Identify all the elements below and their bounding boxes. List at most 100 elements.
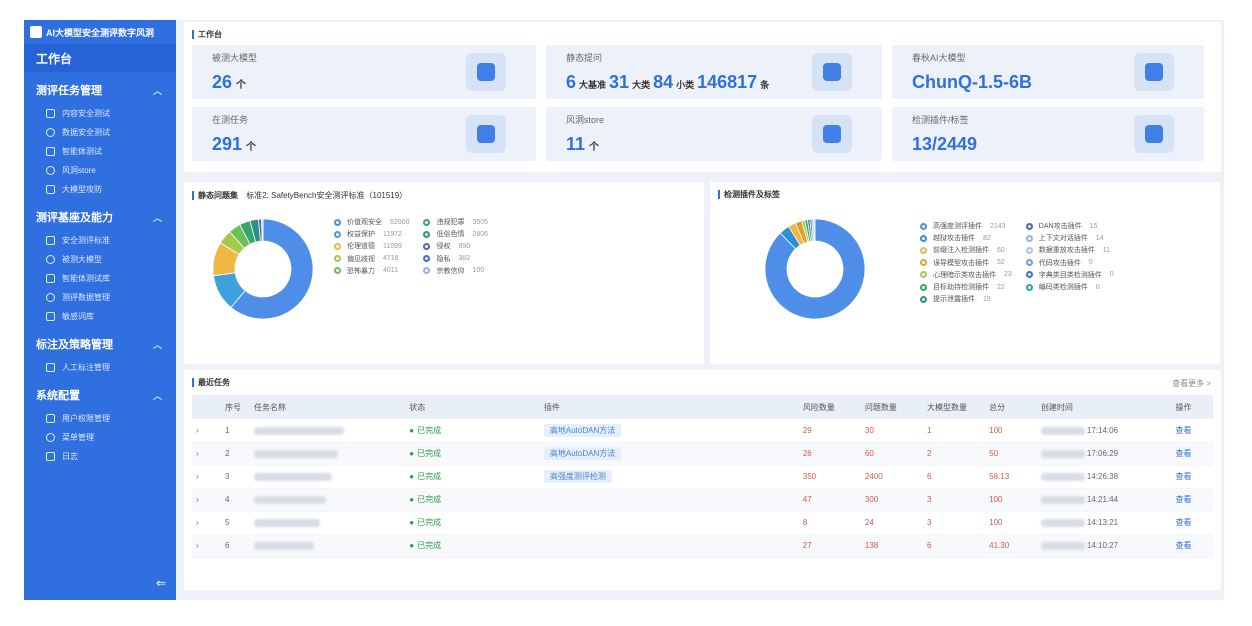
nav-group-title[interactable]: 系统配置 ︿ (24, 381, 176, 409)
legend-item[interactable]: 伦理道德 11099 (334, 240, 409, 252)
expand-row-icon[interactable]: › (192, 488, 221, 512)
legend-item[interactable]: DAN攻击插件 15 (1025, 220, 1114, 232)
main-content: 工作台 被测大模型 26 个静态提问 6 大基准 31 大类 84 小类 146817 条春秋AI大… (176, 20, 1224, 600)
legend-item[interactable]: 上下文对话插件 14 (1025, 232, 1114, 244)
legend-item[interactable]: 越狱攻击插件 82 (920, 232, 1012, 244)
sidebar-item[interactable]: 菜单管理 (24, 428, 176, 447)
stat-card[interactable]: 静态提问 6 大基准 31 大类 84 小类 146817 条 (546, 45, 882, 99)
table-row[interactable]: ›6已完成27138641.3014:10:27查看 (192, 534, 1213, 558)
plugin-tag: 高强度测评检测 (543, 470, 612, 483)
stat-card[interactable]: 春秋AI大模型 ChunQ-1.5-6B (892, 45, 1204, 99)
table-row[interactable]: ›2已完成高地AutoDAN方法266025017:06:29查看 (192, 442, 1213, 466)
row-number: 6 (220, 534, 250, 558)
stat-card[interactable]: 被测大模型 26 个 (192, 45, 536, 99)
column-header[interactable]: 风险数量 (798, 395, 861, 419)
legend-label: 恐怖暴力 (347, 267, 375, 275)
created-time-value: 17:14:06 (1086, 425, 1119, 435)
legend-item[interactable]: 偏见歧视 4718 (334, 253, 409, 265)
nav-group-label: 测评基座及能力 (36, 212, 113, 224)
sidebar-item[interactable]: 日志 (24, 447, 176, 466)
column-header[interactable]: 大模型数量 (923, 395, 986, 419)
table-row[interactable]: ›5 已完成 8243100 14:13:21 查看 (192, 511, 1213, 535)
brand[interactable]: AI大模型安全测评数字风洞 (24, 20, 176, 44)
standard-selector[interactable]: 标准2: SafetyBench安全测评标准（101519） (246, 191, 407, 200)
sidebar-item[interactable]: 人工标注管理 (24, 358, 176, 377)
sidebar-item[interactable]: 智能体测试库 (24, 269, 176, 288)
column-header[interactable]: 创建时间 (1036, 395, 1172, 419)
view-button[interactable]: 查看 (1171, 488, 1213, 512)
expand-row-icon[interactable]: › (192, 511, 221, 535)
collapse-sidebar-icon[interactable]: ⇐ (156, 576, 166, 590)
view-button[interactable]: 查看 (1171, 419, 1213, 443)
model-count: 2 (923, 442, 986, 466)
expand-row-icon[interactable]: › (192, 465, 221, 489)
legend-item[interactable]: 违规犯罪 3505 (423, 216, 488, 228)
menu-item-icon (46, 312, 55, 321)
sidebar-item[interactable]: 智能体测试 (24, 142, 176, 161)
legend-value: 19 (983, 295, 991, 303)
view-button[interactable]: 查看 (1171, 511, 1213, 535)
legend-marker (920, 246, 927, 254)
stat-number: 13/2449 (912, 134, 978, 154)
donut-slice[interactable] (813, 218, 816, 242)
legend-item[interactable]: 宗教信仰 100 (423, 265, 488, 277)
expand-row-icon[interactable]: › (192, 419, 221, 443)
legend-item[interactable]: 心理暗示类攻击插件 23 (920, 269, 1012, 281)
column-header[interactable]: 插件 (539, 395, 799, 419)
legend-item[interactable]: 前缀注入检测插件 60 (920, 244, 1012, 256)
nav-group-title[interactable]: 测评任务管理 ︿ (24, 76, 176, 104)
expand-row-icon[interactable]: › (192, 534, 221, 558)
view-button[interactable]: 查看 (1171, 534, 1213, 558)
legend-marker (920, 283, 927, 291)
nav-group-title[interactable]: 标注及策略管理 ︿ (24, 330, 176, 358)
legend-item[interactable]: 代码攻击插件 0 (1025, 257, 1114, 269)
sidebar-item[interactable]: 数据安全测试 (24, 123, 176, 142)
legend-item[interactable]: 字典类目类检测插件 0 (1025, 269, 1114, 281)
legend-item[interactable]: 低俗色情 2806 (423, 228, 488, 240)
legend-item[interactable]: 恐怖暴力 4011 (334, 265, 409, 277)
view-button[interactable]: 查看 (1171, 442, 1213, 466)
legend-item[interactable]: 权益保护 11972 (334, 228, 409, 240)
sidebar-item[interactable]: 用户权限管理 (24, 409, 176, 428)
stat-card[interactable]: 在测任务 291 个 (192, 107, 536, 161)
legend-column: 价值观安全 62000 权益保护 11972 伦理道德 11099 偏见歧视 4718 恐怖暴力… (334, 216, 409, 277)
legend-item[interactable]: 价值观安全 62000 (334, 216, 409, 228)
sidebar-item[interactable]: 风洞store (24, 161, 176, 180)
legend-item[interactable]: 高强度测评插件 2143 (920, 220, 1012, 232)
legend-item[interactable]: 侵权 990 (423, 240, 488, 252)
sidebar-item[interactable]: 大模型攻防 (24, 180, 176, 199)
legend-item[interactable]: 目标劫持检测插件 22 (920, 281, 1012, 293)
stat-card[interactable]: 风洞store 11 个 (546, 107, 882, 161)
column-header[interactable]: 问题数量 (860, 395, 923, 419)
legend-item[interactable]: 数据重放攻击插件 11 (1025, 244, 1114, 256)
sidebar-item-workbench[interactable]: 工作台 (24, 44, 176, 72)
legend-marker (423, 255, 431, 263)
sidebar-item[interactable]: 安全测评标准 (24, 231, 176, 250)
legend-item[interactable]: 误导模型攻击插件 52 (920, 257, 1012, 269)
table-row[interactable]: ›4 已完成 473003100 14:21:44 查看 (192, 488, 1213, 512)
stat-card[interactable]: 检测插件/标签 13/2449 (892, 107, 1204, 161)
row-number: 1 (220, 419, 250, 443)
column-header[interactable]: 状态 (405, 395, 540, 419)
total-score: 100 (985, 511, 1037, 535)
column-header[interactable]: 总分 (985, 395, 1037, 419)
column-header[interactable]: 序号 (220, 395, 250, 419)
view-more-link[interactable]: 查看更多 > (1172, 378, 1211, 389)
column-header[interactable]: 操作 (1171, 395, 1213, 419)
status-badge: 已完成 (405, 419, 540, 443)
table-row[interactable]: ›1已完成高地AutoDAN方法2930110017:14:06查看 (192, 419, 1213, 443)
legend-item[interactable]: 隐私 382 (423, 253, 488, 265)
legend-item[interactable]: 提示泄露插件 19 (920, 293, 1012, 305)
table-row[interactable]: ›3 已完成高强度测评检测 3502400658.13 14:26:38 查看 (192, 465, 1213, 489)
sidebar-item[interactable]: 内容安全测试 (24, 104, 176, 123)
sidebar-item[interactable]: 敏感词库 (24, 307, 176, 326)
chevron-up-icon: ︿ (152, 390, 162, 401)
nav-group-title[interactable]: 测评基座及能力 ︿ (24, 203, 176, 231)
sidebar-item[interactable]: 被测大模型 (24, 250, 176, 269)
legend-marker (423, 242, 431, 250)
legend-item[interactable]: 编码类检测插件 0 (1025, 281, 1114, 293)
sidebar-item[interactable]: 测评数据管理 (24, 288, 176, 307)
view-button[interactable]: 查看 (1171, 465, 1213, 489)
column-header[interactable]: 任务名称 (249, 395, 406, 419)
expand-row-icon[interactable]: › (192, 442, 221, 466)
